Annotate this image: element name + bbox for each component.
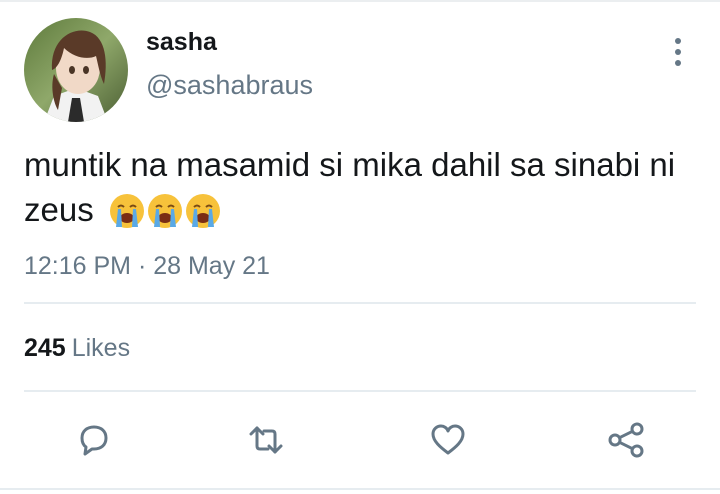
- divider: [24, 302, 696, 304]
- share-button[interactable]: [604, 418, 648, 462]
- retweet-icon: [249, 426, 283, 454]
- crying-face-emoji-icon: [147, 194, 182, 228]
- user-handle[interactable]: @sashabraus: [146, 70, 313, 101]
- reply-icon: [80, 425, 108, 456]
- tweet-timestamp[interactable]: 12:16 PM · 28 May 21: [24, 252, 270, 281]
- likes-summary[interactable]: 245 Likes: [24, 334, 130, 363]
- retweet-button[interactable]: [244, 418, 288, 462]
- bottom-divider: [0, 488, 720, 490]
- emoji-group: [109, 193, 221, 229]
- top-divider: [0, 0, 720, 2]
- like-button[interactable]: [426, 418, 470, 462]
- crying-face-emoji-icon: [109, 194, 144, 228]
- avatar[interactable]: [24, 18, 128, 122]
- heart-icon: [431, 424, 465, 455]
- divider: [24, 390, 696, 392]
- tweet-text: muntik na masamid si mika dahil sa sinab…: [24, 142, 684, 232]
- likes-label: Likes: [71, 334, 131, 362]
- reply-button[interactable]: [72, 418, 116, 462]
- share-icon: [608, 422, 644, 458]
- crying-face-emoji-icon: [185, 194, 220, 228]
- likes-count: 245: [24, 334, 66, 362]
- display-name[interactable]: sasha: [146, 28, 217, 57]
- more-options-icon[interactable]: [664, 34, 692, 70]
